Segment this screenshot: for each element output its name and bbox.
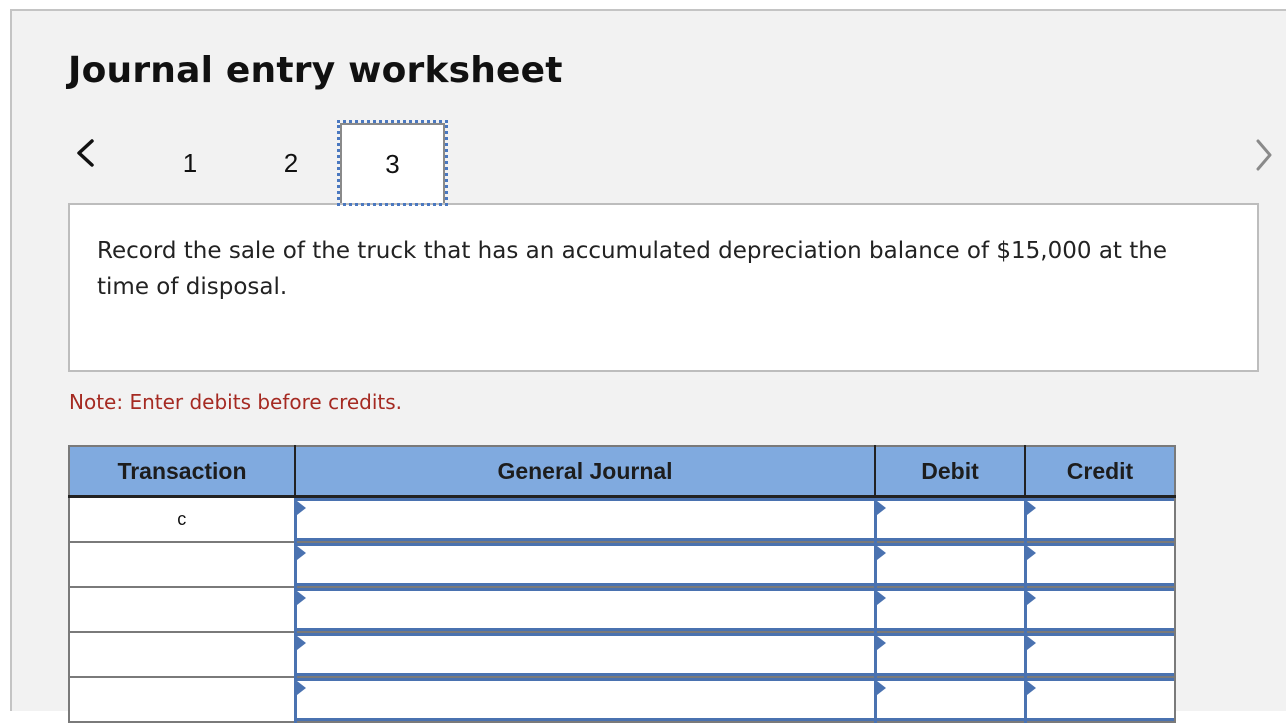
debit-input[interactable] [873,632,1026,678]
account-input[interactable] [293,542,876,588]
previous-button[interactable] [70,135,100,171]
transaction-cell: c [69,496,296,543]
table-header-row: Transaction General Journal Debit Credit [69,446,1175,498]
table-row [69,542,1176,588]
tab-3[interactable]: 3 [337,120,448,206]
header-general-journal: General Journal [295,446,876,498]
dropdown-flag-icon [876,681,886,695]
credit-input[interactable] [1023,587,1176,633]
debit-input[interactable] [873,677,1026,723]
transaction-cell [69,632,296,678]
dropdown-flag-icon [1026,501,1036,515]
debit-input[interactable] [873,587,1026,633]
dropdown-flag-icon [296,501,306,515]
account-input[interactable] [293,587,876,633]
debit-input[interactable] [873,496,1026,543]
header-debit: Debit [875,446,1026,498]
dropdown-flag-icon [1026,546,1036,560]
header-transaction: Transaction [69,446,296,498]
next-button[interactable] [1250,135,1280,171]
dropdown-flag-icon [876,501,886,515]
tab-2[interactable]: 2 [241,123,341,203]
account-input[interactable] [293,677,876,723]
dropdown-flag-icon [296,591,306,605]
dropdown-flag-icon [1026,681,1036,695]
dropdown-flag-icon [296,636,306,650]
dropdown-flag-icon [876,591,886,605]
header-credit: Credit [1025,446,1175,498]
dropdown-flag-icon [296,681,306,695]
dropdown-flag-icon [876,546,886,560]
account-input[interactable] [293,496,876,543]
journal-table: Transaction General Journal Debit Credit… [68,445,1176,723]
table-row: c [69,496,1176,543]
credit-input[interactable] [1023,632,1176,678]
dropdown-flag-icon [1026,636,1036,650]
transaction-cell [69,677,296,723]
dropdown-flag-icon [296,546,306,560]
debit-input[interactable] [873,542,1026,588]
table-row [69,587,1176,633]
account-input[interactable] [293,632,876,678]
table-row [69,632,1176,678]
question-box: Record the sale of the truck that has an… [68,203,1259,372]
dropdown-flag-icon [876,636,886,650]
tab-1[interactable]: 1 [140,123,240,203]
credit-input[interactable] [1023,496,1176,543]
dropdown-flag-icon [1026,591,1036,605]
chevron-left-icon [77,139,94,167]
page-title: Journal entry worksheet [68,50,563,91]
transaction-cell [69,542,296,588]
chevron-right-icon [1256,139,1272,171]
credit-input[interactable] [1023,542,1176,588]
table-row [69,677,1176,723]
transaction-cell [69,587,296,633]
credit-input[interactable] [1023,677,1176,723]
question-text: Record the sale of the truck that has an… [97,238,1167,300]
note-text: Note: Enter debits before credits. [69,390,403,414]
